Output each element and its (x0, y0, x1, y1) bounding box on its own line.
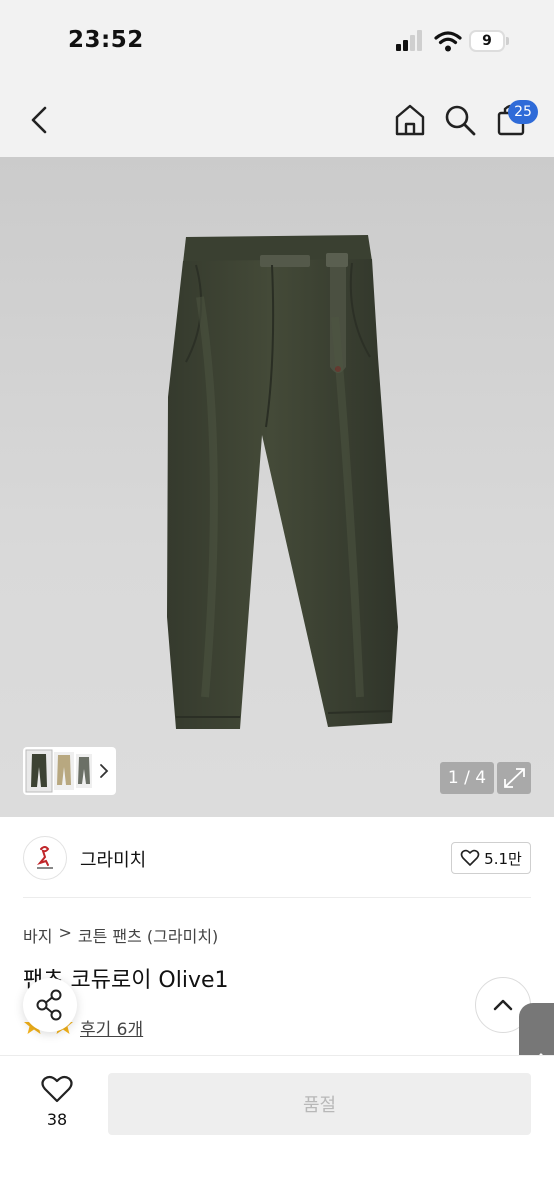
battery-level: 9 (469, 30, 505, 52)
sold-out-button[interactable]: 품절 (108, 1073, 531, 1135)
status-icons: 9 (395, 29, 515, 55)
heart-icon (41, 1075, 73, 1103)
wishlist-count: 38 (46, 1110, 68, 1129)
status-time: 23:52 (68, 27, 144, 53)
back-button[interactable] (22, 100, 58, 140)
heart-icon (460, 849, 480, 866)
search-button[interactable] (442, 102, 478, 138)
divider (23, 897, 531, 898)
share-button[interactable] (23, 978, 77, 1032)
search-icon (445, 105, 476, 136)
breadcrumb-subcategory[interactable]: 코튼 팬츠 (그라미치) (78, 923, 218, 947)
product-image (167, 235, 398, 729)
cart-count-badge: 25 (508, 100, 538, 124)
fullscreen-button[interactable] (497, 762, 531, 794)
brand-logo-mark (36, 846, 53, 869)
brand-like-count: 5.1만 (484, 849, 522, 868)
thumbnail-strip[interactable] (23, 747, 116, 795)
thumbnail-previews (25, 749, 109, 793)
home-button[interactable] (392, 102, 428, 138)
brand-logo[interactable] (23, 836, 67, 880)
battery-nub (506, 37, 509, 45)
breadcrumb-separator: > (58, 923, 72, 942)
brand-name[interactable]: 그라미치 (80, 846, 146, 872)
expand-icon (504, 768, 525, 788)
brand-like-button[interactable]: 5.1만 (451, 842, 531, 874)
product-image-gallery[interactable] (0, 157, 554, 817)
breadcrumb: 바지 > 코튼 팬츠 (그라미치) (23, 923, 218, 947)
breadcrumb-category[interactable]: 바지 (23, 923, 52, 947)
signal-icon (396, 30, 422, 51)
reviews-link[interactable]: 후기 6개 (80, 1015, 143, 1040)
wifi-icon (434, 31, 462, 52)
image-counter: 1 / 4 (440, 762, 494, 794)
home-icon (395, 104, 425, 136)
share-icon (36, 989, 62, 1021)
back-arrow-icon (31, 106, 47, 134)
